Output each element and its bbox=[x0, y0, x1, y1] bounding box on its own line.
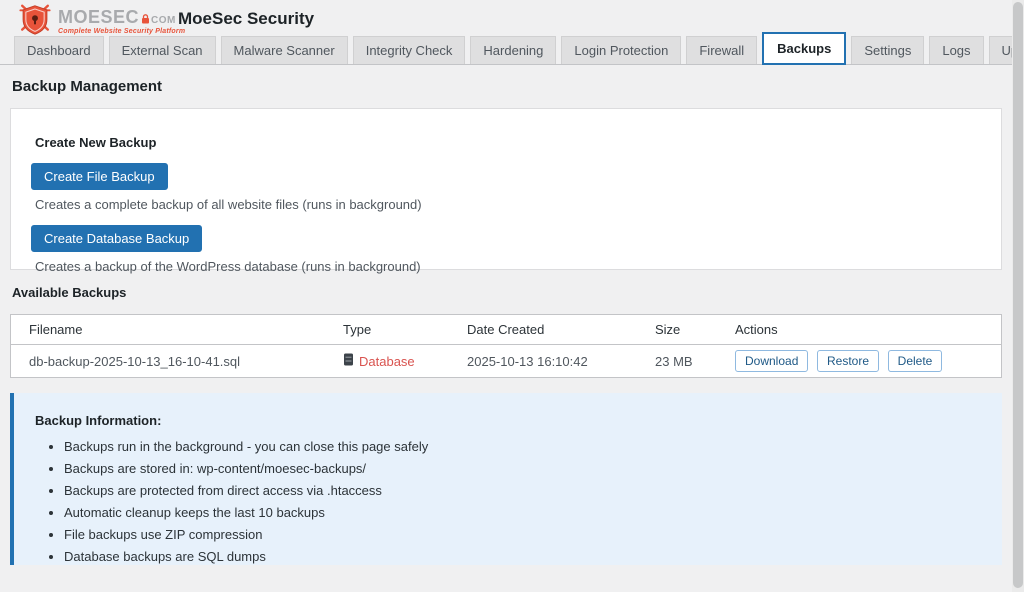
backups-table-card: Filename Type Date Created Size Actions … bbox=[10, 314, 1002, 378]
list-item: Backups are protected from direct access… bbox=[64, 483, 982, 498]
create-database-backup-button[interactable]: Create Database Backup bbox=[31, 225, 202, 252]
scrollbar-thumb[interactable] bbox=[1013, 2, 1023, 588]
column-header-type: Type bbox=[333, 315, 457, 345]
tab-backups[interactable]: Backups bbox=[762, 32, 846, 65]
tab-login-protection[interactable]: Login Protection bbox=[561, 36, 681, 64]
table-row: db-backup-2025-10-13_16-10-41.sql Databa… bbox=[11, 345, 1001, 378]
list-item: Database backups are SQL dumps bbox=[64, 549, 982, 564]
vertical-scrollbar bbox=[1012, 0, 1024, 592]
backup-info-list: Backups run in the background - you can … bbox=[35, 439, 982, 564]
create-file-backup-button[interactable]: Create File Backup bbox=[31, 163, 168, 190]
delete-button[interactable]: Delete bbox=[888, 350, 943, 372]
column-header-actions: Actions bbox=[725, 315, 1001, 345]
column-header-filename: Filename bbox=[11, 315, 333, 345]
tab-external-scan[interactable]: External Scan bbox=[109, 36, 216, 64]
download-button[interactable]: Download bbox=[735, 350, 808, 372]
tab-bar: Dashboard External Scan Malware Scanner … bbox=[0, 37, 1012, 65]
backups-table: Filename Type Date Created Size Actions … bbox=[11, 315, 1001, 377]
backup-filename: db-backup-2025-10-13_16-10-41.sql bbox=[11, 345, 333, 378]
logo: MOESEC COM Complete Website Security Pla… bbox=[16, 3, 185, 39]
tab-malware-scanner[interactable]: Malware Scanner bbox=[221, 36, 348, 64]
list-item: File backups use ZIP compression bbox=[64, 527, 982, 542]
logo-tagline: Complete Website Security Platform bbox=[58, 28, 185, 35]
database-backup-description: Creates a backup of the WordPress databa… bbox=[35, 259, 981, 274]
tab-firewall[interactable]: Firewall bbox=[686, 36, 757, 64]
logo-text: MOESEC COM Complete Website Security Pla… bbox=[58, 8, 185, 35]
column-header-date-created: Date Created bbox=[457, 315, 645, 345]
tab-hardening[interactable]: Hardening bbox=[470, 36, 556, 64]
backup-date-created: 2025-10-13 16:10:42 bbox=[457, 345, 645, 378]
tab-integrity-check[interactable]: Integrity Check bbox=[353, 36, 466, 64]
header: MOESEC COM Complete Website Security Pla… bbox=[0, 0, 1012, 38]
lock-icon bbox=[141, 13, 149, 22]
app-title: MoeSec Security bbox=[178, 9, 314, 29]
tab-logs[interactable]: Logs bbox=[929, 36, 983, 64]
brand-name: MOESEC bbox=[58, 8, 139, 26]
list-item: Automatic cleanup keeps the last 10 back… bbox=[64, 505, 982, 520]
page-title: Backup Management bbox=[12, 78, 162, 95]
list-item: Backups are stored in: wp-content/moesec… bbox=[64, 461, 982, 476]
available-backups-heading: Available Backups bbox=[12, 285, 126, 300]
database-icon bbox=[343, 353, 354, 369]
create-backup-card: Create New Backup Create File Backup Cre… bbox=[10, 108, 1002, 270]
tab-settings[interactable]: Settings bbox=[851, 36, 924, 64]
backup-info-box: Backup Information: Backups run in the b… bbox=[10, 393, 1002, 565]
backup-info-heading: Backup Information: bbox=[35, 413, 982, 428]
table-header-row: Filename Type Date Created Size Actions bbox=[11, 315, 1001, 345]
backup-type-label: Database bbox=[359, 354, 415, 369]
restore-button[interactable]: Restore bbox=[817, 350, 879, 372]
create-backup-heading: Create New Backup bbox=[35, 135, 981, 150]
brand-tld: COM bbox=[151, 16, 176, 26]
list-item: Backups run in the background - you can … bbox=[64, 439, 982, 454]
shield-icon bbox=[16, 3, 54, 39]
backup-size: 23 MB bbox=[645, 345, 725, 378]
column-header-size: Size bbox=[645, 315, 725, 345]
tab-dashboard[interactable]: Dashboard bbox=[14, 36, 104, 64]
file-backup-description: Creates a complete backup of all website… bbox=[35, 197, 981, 212]
